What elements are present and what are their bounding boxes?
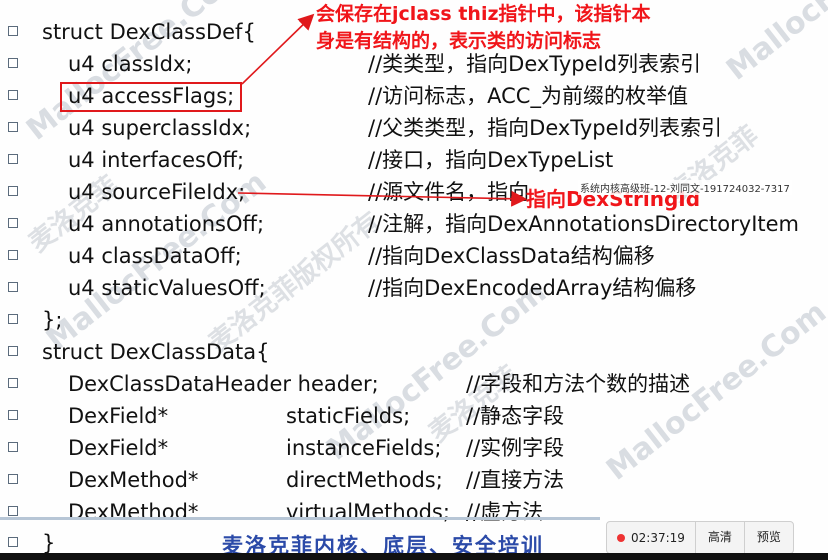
field-type: DexField* [68,404,169,428]
code-line: DexMethod* directMethods; //直接方法 [0,465,828,495]
struct-header: struct DexClassDef{ [42,20,256,44]
field-comment: //父类类型，指向DexTypeId列表索引 [368,116,723,140]
code-line: DexClassDataHeader header; //字段和方法个数的描述 [0,369,828,399]
field-name: staticFields; [286,404,411,428]
bullet-icon [8,410,18,420]
overlay-caption: 系统内核高级班-12-刘同文-191724032-7317 [578,180,792,195]
code-line: u4 interfacesOff; //接口，指向DexTypeList [0,145,828,175]
bullet-icon [8,346,18,356]
bullet-icon [8,250,18,260]
field-comment: //访问标志，ACC_为前缀的枚举值 [368,84,688,108]
field-comment: //指向DexEncodedArray结构偏移 [368,276,697,300]
field-code: u4 interfacesOff; [68,148,245,172]
code-line: u4 superclassIdx; //父类类型，指向DexTypeId列表索引 [0,113,828,143]
annotation-note: 会保存在jclass thiz指针中，该指针本 [316,3,651,25]
bullet-icon [8,26,18,36]
bullet-icon [8,282,18,292]
preview-button[interactable]: 预览 [743,522,793,553]
hd-button[interactable]: 高清 [694,522,744,553]
bullet-icon [8,314,18,324]
bullet-icon [8,186,18,196]
struct-header: struct DexClassData{ [42,340,270,364]
divider [0,517,600,520]
field-name: directMethods; [286,468,443,492]
struct-close: }; [42,308,63,332]
code-line: u4 classDataOff; //指向DexClassData结构偏移 [0,241,828,271]
field-comment: //实例字段 [466,436,565,460]
code-line: DexField* staticFields; //静态字段 [0,401,828,431]
field-type: DexField* [68,436,169,460]
bullet-icon [8,442,18,452]
field-comment: //源文件名，指向 [368,180,530,204]
record-icon [617,533,625,542]
field-code: u4 superclassIdx; [68,116,252,140]
field-comment: //虚方法 [466,500,544,524]
field-code: u4 sourceFileIdx; [68,180,246,204]
field-code: u4 classIdx; [68,52,193,76]
video-player-controls: 02:37:19 高清 预览 [606,521,794,554]
field-comment: //注解，指向DexAnnotationsDirectoryItem [368,212,799,236]
code-line: }; [0,305,828,335]
field-type: DexMethod* [68,468,199,492]
annotation-note: 身是有结构的，表示类的访问标志 [316,30,602,52]
bullet-icon [8,154,18,164]
code-line: DexField* instanceFields; //实例字段 [0,433,828,463]
field-name: virtualMethods; [286,500,450,524]
field-name: instanceFields; [286,436,442,460]
field-comment: //接口，指向DexTypeList [368,148,614,172]
highlight-box [60,82,242,112]
bottom-strip [0,553,828,560]
field-type: DexMethod* [68,500,199,524]
bullet-icon [8,122,18,132]
field-comment: //直接方法 [466,468,565,492]
bullet-icon [8,537,18,547]
bullet-icon [8,378,18,388]
slide: MallocFree.Com MallocFree.Com MallocFree… [0,0,828,560]
code-line: struct DexClassData{ [0,337,828,367]
bullet-icon [8,506,18,516]
bullet-icon [8,58,18,68]
bullet-icon [8,90,18,100]
field-type: DexClassDataHeader header; [68,372,379,396]
bullet-icon [8,218,18,228]
code-line: u4 staticValuesOff; //指向DexEncodedArray结… [0,273,828,303]
field-comment: //指向DexClassData结构偏移 [368,244,655,268]
field-comment: //静态字段 [466,404,565,428]
field-code: u4 staticValuesOff; [68,276,266,300]
field-code: u4 annotationsOff; [68,212,265,236]
bullet-icon [8,474,18,484]
field-comment: //字段和方法个数的描述 [466,372,691,396]
code-line: u4 annotationsOff; //注解，指向DexAnnotations… [0,209,828,239]
field-code: u4 classDataOff; [68,244,242,268]
playback-time: 02:37:19 [631,530,685,545]
